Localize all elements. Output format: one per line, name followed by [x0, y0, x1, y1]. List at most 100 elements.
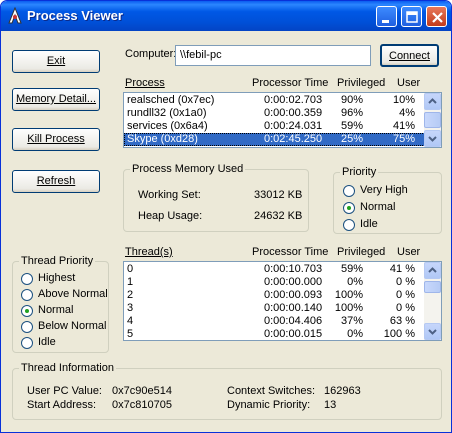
close-icon — [432, 12, 443, 23]
process-row[interactable]: realsched (0x7ec) 0:00:02.703 90% 10% — [124, 94, 441, 107]
computer-label: Computer: — [125, 48, 177, 60]
context-switches-value: 162963 — [324, 385, 361, 397]
thread-cell-user: 41 % — [389, 263, 415, 275]
refresh-button[interactable]: Refresh — [12, 170, 100, 193]
process-cell-priv: 90% — [340, 94, 363, 106]
thread-priority-group: Thread Priority Highest Above Normal Norma… — [12, 255, 109, 353]
process-row[interactable]: Skype (0xd28) 0:02:45.250 25% 75% — [124, 133, 441, 146]
process-cell-user: 4% — [399, 107, 415, 119]
chevron-up-icon — [428, 267, 437, 273]
process-column-header: Process — [125, 77, 165, 89]
thread-cell-priv: 100% — [334, 289, 363, 301]
process-cell-priv: 96% — [340, 107, 363, 119]
thread-row[interactable]: 1 0:00:00.000 0% 0 % — [124, 276, 441, 289]
process-cell-time: 0:00:00.359 — [264, 107, 323, 119]
thread-row[interactable]: 0 0:00:10.703 59% 41 % — [124, 263, 441, 276]
process-cell-name: Skype (0xd28) — [127, 133, 198, 145]
process-cell-priv: 59% — [340, 120, 363, 132]
thread-cell-priv: 100% — [334, 302, 363, 314]
start-address-value: 0x7c810705 — [112, 399, 172, 411]
minimize-icon — [382, 20, 389, 23]
process-cell-user: 75% — [392, 133, 415, 145]
maximize-icon — [406, 11, 418, 23]
radio-label: Normal — [360, 201, 396, 213]
thread-cell-time: 0:00:04.406 — [264, 315, 323, 327]
thread-cell-time: 0:00:00.140 — [264, 302, 323, 314]
process-cell-name: services (0x6a4) — [127, 120, 208, 132]
title-bar[interactable]: Process Viewer — [1, 1, 451, 31]
radio-label: Very High — [360, 184, 408, 196]
thread-scroll-thumb[interactable] — [424, 281, 441, 293]
process-memory-title: Process Memory Used — [130, 163, 246, 175]
thread-cell-name: 0 — [127, 263, 134, 275]
radio-label: Below Normal — [38, 320, 107, 332]
close-button[interactable] — [426, 6, 447, 27]
thread-cell-name: 3 — [127, 302, 134, 314]
thread-row[interactable]: 4 0:00:04.406 37% 63 % — [124, 315, 441, 328]
thread-cell-time: 0:00:00.000 — [264, 276, 323, 288]
process-row[interactable]: rundll32 (0x1a0) 0:00:00.359 96% 4% — [124, 107, 441, 120]
thread-information-title: Thread Information — [19, 362, 116, 374]
computer-input[interactable]: \\febil-pc — [175, 45, 371, 66]
process-list[interactable]: realsched (0x7ec) 0:00:02.703 90% 10% rundll… — [123, 92, 442, 148]
process-cell-time: 0:00:02.703 — [264, 94, 323, 106]
process-cell-name: realsched (0x7ec) — [127, 94, 215, 106]
radio-label: Idle — [360, 218, 378, 230]
radio-dot — [343, 219, 355, 231]
thread-list[interactable]: 0 0:00:10.703 59% 41 % 1 0:00:00.000 0% 0 % 2 0:0… — [123, 261, 442, 341]
thread-row[interactable]: 5 0:00:00.015 0% 100 % — [124, 328, 441, 340]
process-row[interactable]: services (0x6a4) 0:00:24.031 59% 41% — [124, 120, 441, 133]
thread-scroll-down-button[interactable] — [424, 323, 441, 340]
thread-cell-name: 1 — [127, 276, 134, 288]
process-cell-name: rundll32 (0x1a0) — [127, 107, 207, 119]
kill-process-button[interactable]: Kill Process — [12, 128, 100, 151]
thread-cell-time: 0:00:00.093 — [264, 289, 323, 301]
radio-label: Normal — [38, 304, 74, 316]
working-set-value: 33012 KB — [254, 189, 303, 201]
radio-label: Highest — [38, 272, 76, 284]
privileged-column-header: Privileged — [337, 77, 386, 89]
maximize-button[interactable] — [401, 6, 422, 27]
thread-cell-time: 0:00:10.703 — [264, 263, 323, 275]
priority-title: Priority — [340, 166, 379, 178]
thread-row[interactable]: 3 0:00:00.140 100% 0 % — [124, 302, 441, 315]
radio-dot — [21, 273, 33, 285]
process-memory-group: Process Memory Used Working Set: 33012 K… — [123, 163, 309, 232]
process-cell-time: 0:00:24.031 — [264, 120, 323, 132]
radio-dot — [343, 202, 355, 214]
memory-detail-button[interactable]: Memory Detail... — [12, 88, 100, 111]
scroll-thumb[interactable] — [424, 112, 441, 128]
thread-scroll-up-button[interactable] — [424, 262, 441, 279]
connect-button[interactable]: Connect — [380, 44, 439, 67]
process-viewer-window: Process Viewer Exit Memory Detail... Kil… — [0, 0, 452, 433]
radio-dot — [21, 337, 33, 349]
thread-cell-user: 63 % — [389, 315, 415, 327]
scroll-down-button[interactable] — [424, 130, 441, 147]
process-list-scrollbar[interactable] — [424, 93, 441, 147]
radio-dot — [21, 321, 33, 333]
thread-cell-priv: 59% — [340, 263, 363, 275]
thread-cell-priv: 0% — [347, 276, 363, 288]
process-cell-user: 41% — [392, 120, 415, 132]
scroll-up-button[interactable] — [424, 93, 441, 110]
thread-cell-name: 5 — [127, 328, 134, 340]
thread-cell-user: 0 % — [396, 302, 415, 314]
process-cell-user: 10% — [392, 94, 415, 106]
radio-label: Idle — [38, 336, 56, 348]
radio-dot — [343, 185, 355, 197]
thread-user-column-header: User — [397, 246, 421, 258]
thread-row[interactable]: 2 0:00:00.093 100% 0 % — [124, 289, 441, 302]
radio-dot — [21, 289, 33, 301]
start-address-label: Start Address: — [27, 399, 97, 411]
thread-list-scrollbar[interactable] — [424, 262, 441, 340]
thread-information-group: Thread Information User PC Value: 0x7c90… — [12, 362, 442, 420]
window-title: Process Viewer — [27, 8, 123, 23]
minimize-button[interactable] — [376, 6, 397, 27]
exit-button[interactable]: Exit — [12, 50, 100, 73]
thread-cell-time: 0:00:00.015 — [264, 328, 323, 340]
context-switches-label: Context Switches: — [227, 385, 316, 397]
thread-cell-user: 0 % — [396, 276, 415, 288]
priority-group: Priority Very High Normal Idle — [333, 166, 442, 234]
radio-dot — [21, 305, 33, 317]
app-icon — [8, 7, 22, 24]
